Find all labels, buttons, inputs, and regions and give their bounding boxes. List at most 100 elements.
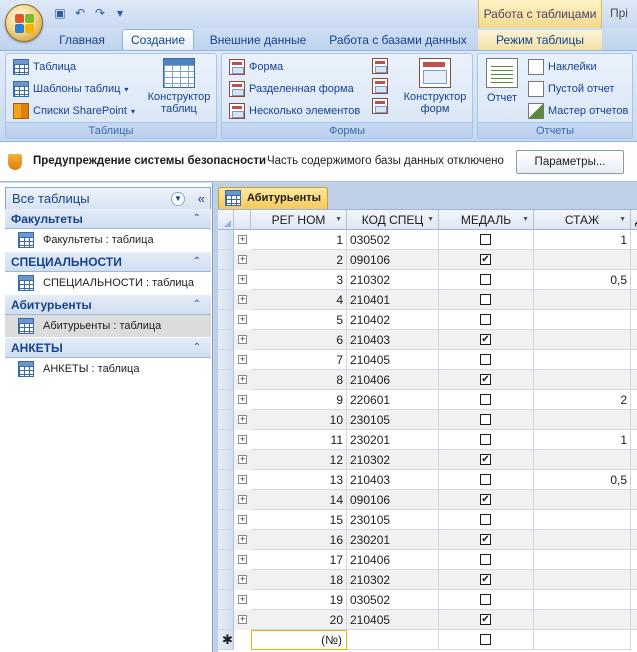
cell-spec-code[interactable]: 210405 <box>347 610 439 630</box>
form-designer-button[interactable]: Конструктор форм <box>398 58 472 122</box>
cell-reg-num[interactable]: 11 <box>251 430 347 450</box>
nav-item-questionnaires-table[interactable]: АНКЕТЫ : таблица <box>5 358 211 380</box>
tab-database-tools[interactable]: Работа с базами данных <box>322 30 474 50</box>
cell-experience[interactable] <box>534 330 631 350</box>
expand-icon[interactable]: + <box>238 455 247 464</box>
customize-icon[interactable]: ▾ <box>112 5 128 21</box>
cell-reg-num[interactable]: 17 <box>251 550 347 570</box>
chevron-down-icon[interactable]: ▼ <box>619 210 626 230</box>
report-button[interactable]: Отчет <box>480 58 524 122</box>
cell-reg-num[interactable]: 5 <box>251 310 347 330</box>
row-selector[interactable] <box>218 250 234 270</box>
cell-reg-num[interactable]: 4 <box>251 290 347 310</box>
cell-experience[interactable] <box>534 610 631 630</box>
cell-spec-code[interactable]: 090106 <box>347 250 439 270</box>
expand-icon[interactable]: + <box>238 315 247 324</box>
cell-reg-num[interactable]: 20 <box>251 610 347 630</box>
cell-spec-code[interactable]: 230105 <box>347 410 439 430</box>
cell-next[interactable] <box>631 490 637 510</box>
checkbox-unchecked[interactable] <box>480 434 491 445</box>
row-selector[interactable] <box>218 310 234 330</box>
cell-spec-code[interactable]: 210402 <box>347 310 439 330</box>
nav-pane-header[interactable]: Все таблицы ▼ « <box>5 187 211 211</box>
cell-next[interactable] <box>631 250 637 270</box>
cell-experience[interactable] <box>534 410 631 430</box>
cell-experience[interactable] <box>534 510 631 530</box>
cell-experience[interactable] <box>534 310 631 330</box>
cell-spec-code[interactable]: 210406 <box>347 370 439 390</box>
new-record-spec-code[interactable] <box>347 630 439 650</box>
undo-icon[interactable]: ↶ <box>72 5 88 21</box>
checkbox-unchecked[interactable] <box>480 274 491 285</box>
checkbox-unchecked[interactable] <box>480 414 491 425</box>
tab-create[interactable]: Создание <box>122 29 194 51</box>
checkbox-unchecked[interactable] <box>480 474 491 485</box>
nav-item-specialties-table[interactable]: СПЕЦИАЛЬНОСТИ : таблица <box>5 272 211 294</box>
cell-spec-code[interactable]: 210302 <box>347 570 439 590</box>
cell-spec-code[interactable]: 230201 <box>347 430 439 450</box>
cell-experience[interactable] <box>534 570 631 590</box>
cell-next[interactable] <box>631 350 637 370</box>
cell-next[interactable] <box>631 430 637 450</box>
cell-spec-code[interactable]: 030502 <box>347 590 439 610</box>
document-tab-applicants[interactable]: Абитурьенты <box>218 187 328 209</box>
chevron-down-icon[interactable]: ▼ <box>522 210 529 230</box>
blank-form-icon[interactable] <box>372 78 388 94</box>
expand-icon[interactable]: + <box>238 475 247 484</box>
cell-reg-num[interactable]: 1 <box>251 230 347 250</box>
cell-reg-num[interactable]: 13 <box>251 470 347 490</box>
cell-experience[interactable] <box>534 490 631 510</box>
row-selector[interactable] <box>218 510 234 530</box>
chevron-down-icon[interactable]: ▼ <box>335 210 342 230</box>
row-selector[interactable] <box>218 570 234 590</box>
expand-icon[interactable]: + <box>238 255 247 264</box>
cell-experience[interactable] <box>534 590 631 610</box>
expand-icon[interactable]: + <box>238 435 247 444</box>
cell-spec-code[interactable]: 210403 <box>347 330 439 350</box>
report-wizard-button[interactable]: Мастер отчетов <box>528 101 628 121</box>
nav-group-faculties[interactable]: Факультеты ⌃ <box>5 209 211 229</box>
cell-reg-num[interactable]: 9 <box>251 390 347 410</box>
row-selector[interactable] <box>218 450 234 470</box>
expand-icon[interactable]: + <box>238 275 247 284</box>
tab-external-data[interactable]: Внешние данные <box>200 30 316 50</box>
checkbox-unchecked[interactable] <box>480 234 491 245</box>
nav-item-applicants-table[interactable]: Абитурьенты : таблица <box>5 315 211 337</box>
expand-icon[interactable]: + <box>238 335 247 344</box>
cell-experience[interactable] <box>534 550 631 570</box>
checkbox-checked[interactable]: ✔ <box>480 534 491 545</box>
sharepoint-lists-button[interactable]: Списки SharePoint ▾ <box>13 101 135 121</box>
collapse-pane-icon[interactable]: « <box>198 188 205 210</box>
cell-reg-num[interactable]: 15 <box>251 510 347 530</box>
redo-icon[interactable]: ↷ <box>92 5 108 21</box>
cell-experience[interactable] <box>534 290 631 310</box>
checkbox-checked[interactable]: ✔ <box>480 614 491 625</box>
cell-next[interactable] <box>631 590 637 610</box>
expand-icon[interactable]: + <box>238 515 247 524</box>
cell-next[interactable] <box>631 510 637 530</box>
row-selector[interactable] <box>218 590 234 610</box>
multiple-items-button[interactable]: Несколько элементов <box>229 101 360 121</box>
cell-spec-code[interactable]: 030502 <box>347 230 439 250</box>
cell-reg-num[interactable]: 18 <box>251 570 347 590</box>
cell-experience[interactable]: 1 <box>534 430 631 450</box>
cell-spec-code[interactable]: 210403 <box>347 470 439 490</box>
row-selector[interactable] <box>218 530 234 550</box>
column-header-spec-code[interactable]: КОД СПЕЦ ▼ <box>347 210 439 230</box>
row-selector[interactable] <box>218 330 234 350</box>
nav-group-applicants[interactable]: Абитурьенты ⌃ <box>5 295 211 315</box>
cell-reg-num[interactable]: 12 <box>251 450 347 470</box>
checkbox-checked[interactable]: ✔ <box>480 374 491 385</box>
cell-spec-code[interactable]: 210405 <box>347 350 439 370</box>
row-selector[interactable] <box>218 290 234 310</box>
cell-next[interactable] <box>631 470 637 490</box>
cell-reg-num[interactable]: 19 <box>251 590 347 610</box>
blank-report-button[interactable]: Пустой отчет <box>528 79 614 99</box>
cell-reg-num[interactable]: 16 <box>251 530 347 550</box>
cell-experience[interactable] <box>534 250 631 270</box>
cell-next[interactable] <box>631 310 637 330</box>
cell-next[interactable] <box>631 390 637 410</box>
labels-button[interactable]: Наклейки <box>528 57 597 77</box>
expand-icon[interactable]: + <box>238 395 247 404</box>
cell-next[interactable] <box>631 370 637 390</box>
